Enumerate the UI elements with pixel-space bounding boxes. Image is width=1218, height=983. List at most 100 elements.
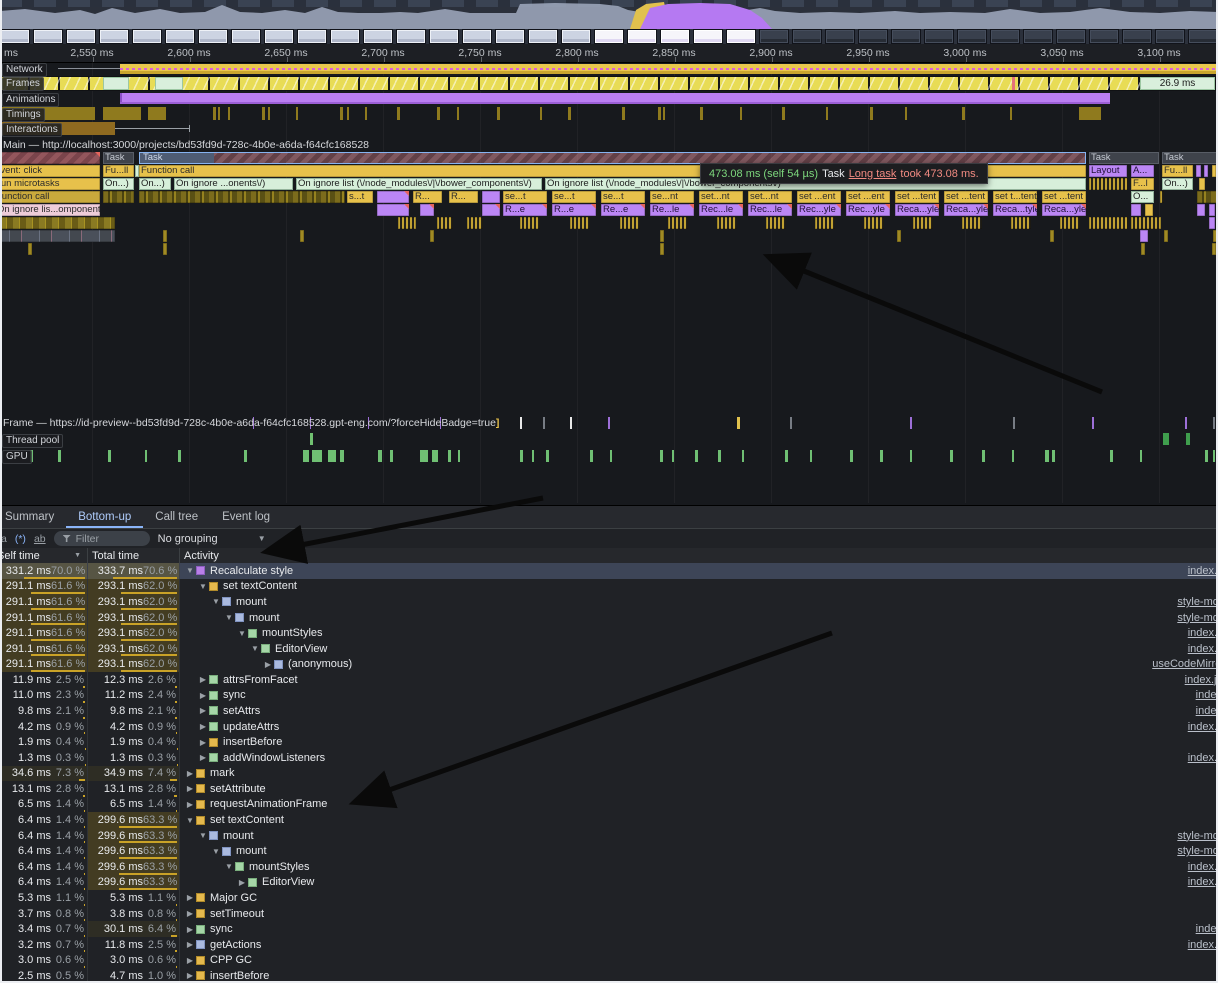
flame-bar[interactable] bbox=[1213, 230, 1217, 242]
flame-bar-re-le[interactable]: Re...le bbox=[650, 204, 694, 216]
flame-bar-on-[interactable]: On...) bbox=[1162, 178, 1193, 190]
flame-bar-s-t[interactable]: s...t bbox=[347, 191, 373, 203]
flame-bar-set-nt[interactable]: set...nt bbox=[699, 191, 743, 203]
flame-bar[interactable] bbox=[962, 217, 982, 229]
flame-bar[interactable] bbox=[0, 230, 115, 242]
flame-bar[interactable] bbox=[420, 204, 434, 216]
flame-bar-task[interactable]: Task bbox=[1162, 152, 1218, 164]
track-label-thread-pool[interactable]: Thread pool bbox=[2, 434, 63, 448]
flame-bar[interactable] bbox=[1160, 191, 1164, 203]
frame-track-label[interactable]: Frame — https://id-preview--bd53fd9d-728… bbox=[3, 417, 499, 429]
track-label-interactions[interactable]: Interactions bbox=[2, 123, 62, 137]
flame-bar-set-ent[interactable]: set ...ent bbox=[797, 191, 841, 203]
flame-bar[interactable] bbox=[1209, 217, 1215, 229]
flame-bar-fu-ll[interactable]: Fu...ll bbox=[103, 165, 134, 177]
flame-bar-rec-le[interactable]: Rec...le bbox=[699, 204, 743, 216]
flame-bar[interactable] bbox=[766, 217, 786, 229]
flame-bar[interactable] bbox=[377, 204, 409, 216]
flame-bar-rec-le[interactable]: Rec...le bbox=[748, 204, 792, 216]
flame-bar-reca-tyle[interactable]: Reca...tyle bbox=[993, 204, 1037, 216]
flame-bar[interactable] bbox=[482, 204, 500, 216]
flame-bar-re-e[interactable]: Re...e bbox=[601, 204, 645, 216]
flame-bar-r-[interactable]: R... bbox=[413, 191, 442, 203]
flame-bar-on-[interactable]: On...) bbox=[139, 178, 171, 190]
flame-bar[interactable] bbox=[570, 217, 590, 229]
flame-bar[interactable] bbox=[1050, 230, 1054, 242]
flame-bar-r-e[interactable]: R...e bbox=[552, 204, 596, 216]
track-label-timings[interactable]: Timings bbox=[2, 108, 45, 122]
flame-bar-on-ignore-list-node-modules-bower-components-[interactable]: On ignore list (\/node_modules\/|\/bower… bbox=[296, 178, 542, 190]
flame-bar[interactable] bbox=[1089, 178, 1128, 190]
flame-bar-set-tent[interactable]: set ...tent bbox=[1042, 191, 1086, 203]
flame-bar[interactable] bbox=[1060, 217, 1080, 229]
flame-bar[interactable] bbox=[668, 217, 688, 229]
flame-bar[interactable] bbox=[864, 217, 884, 229]
flame-bar[interactable] bbox=[1164, 230, 1168, 242]
flame-bar-r-e[interactable]: R...e bbox=[503, 204, 547, 216]
flame-bar-on-ignore-lis-omponents-[interactable]: On ignore lis...omponents\/) bbox=[0, 204, 100, 216]
flame-bar[interactable] bbox=[1209, 204, 1215, 216]
flame-bar[interactable] bbox=[437, 217, 453, 229]
flame-bar[interactable] bbox=[0, 217, 115, 229]
flame-bar-se-t[interactable]: se...t bbox=[552, 191, 596, 203]
flame-bar-a-[interactable]: A... bbox=[1131, 165, 1154, 177]
flame-bar[interactable] bbox=[103, 191, 134, 203]
flame-bar[interactable] bbox=[1131, 217, 1161, 229]
flame-bar-o-[interactable]: O... bbox=[1131, 191, 1154, 203]
flame-bar-function-call[interactable]: Function call bbox=[0, 191, 100, 203]
flame-bar[interactable] bbox=[430, 230, 434, 242]
flame-bar[interactable] bbox=[660, 230, 664, 242]
flame-bar-rec-yle[interactable]: Rec...yle bbox=[797, 204, 841, 216]
flame-bar-se-t[interactable]: se...t bbox=[601, 191, 645, 203]
flame-bar[interactable] bbox=[139, 191, 345, 203]
flame-bar-layout[interactable]: Layout bbox=[1089, 165, 1127, 177]
flame-bar[interactable] bbox=[1141, 243, 1145, 255]
flame-bar[interactable] bbox=[163, 230, 167, 242]
flame-bar[interactable] bbox=[482, 191, 500, 203]
flame-bar[interactable] bbox=[1212, 243, 1216, 255]
flame-bar-task[interactable]: Task bbox=[1089, 152, 1159, 164]
track-label-frames[interactable]: Frames bbox=[2, 77, 44, 91]
flame-bar[interactable] bbox=[1197, 191, 1217, 203]
flame-bar[interactable] bbox=[913, 217, 933, 229]
flame-bar-reca-yle[interactable]: Reca...yle bbox=[1042, 204, 1086, 216]
flame-bar-event-click[interactable]: Event: click bbox=[0, 165, 100, 177]
flame-bar[interactable] bbox=[620, 217, 640, 229]
flame-bar-fu-ll[interactable]: Fu...ll bbox=[1162, 165, 1193, 177]
flame-bar[interactable] bbox=[1140, 230, 1148, 242]
flame-bar-f-l[interactable]: F...l bbox=[1131, 178, 1154, 190]
flame-bar[interactable] bbox=[467, 217, 483, 229]
flame-bar[interactable] bbox=[1011, 217, 1031, 229]
flame-bar-se-nt[interactable]: se...nt bbox=[650, 191, 694, 203]
main-thread-label[interactable]: Main — http://localhost:3000/projects/bd… bbox=[3, 139, 369, 151]
track-label-gpu[interactable]: GPU bbox=[2, 450, 32, 464]
flame-bar[interactable] bbox=[1145, 204, 1153, 216]
flame-bar-on-[interactable]: On...) bbox=[103, 178, 134, 190]
flame-bar-r-[interactable]: R... bbox=[449, 191, 478, 203]
flame-bar-reca-yle[interactable]: Reca...yle bbox=[895, 204, 939, 216]
flame-bar[interactable] bbox=[1212, 165, 1216, 177]
flame-bar[interactable] bbox=[1196, 165, 1201, 177]
flame-bar[interactable] bbox=[1089, 217, 1128, 229]
flame-bar[interactable] bbox=[163, 243, 167, 255]
track-label-animations[interactable]: Animations bbox=[2, 93, 59, 107]
tooltip-long-task-link[interactable]: Long task bbox=[849, 168, 897, 180]
flame-bar[interactable] bbox=[897, 230, 901, 242]
flame-bar-run-microtasks[interactable]: Run microtasks bbox=[0, 178, 100, 190]
flame-bar[interactable] bbox=[1199, 178, 1205, 190]
flame-bar[interactable] bbox=[377, 191, 409, 203]
flame-bar[interactable] bbox=[1131, 204, 1141, 216]
flame-bar[interactable] bbox=[520, 217, 540, 229]
flame-bar[interactable] bbox=[717, 217, 737, 229]
flame-bar[interactable] bbox=[28, 243, 32, 255]
flame-bar[interactable] bbox=[660, 243, 664, 255]
flame-bar-on-ignore-onents-[interactable]: On ignore ...onents\/) bbox=[174, 178, 293, 190]
flame-bar-set-tent[interactable]: set ...tent bbox=[895, 191, 939, 203]
flame-bar[interactable] bbox=[1197, 204, 1205, 216]
flame-bar[interactable] bbox=[398, 217, 416, 229]
flame-bar-se-t[interactable]: se...t bbox=[503, 191, 547, 203]
track-label-network[interactable]: Network bbox=[2, 63, 47, 77]
flame-bar[interactable] bbox=[0, 152, 100, 164]
flame-bar[interactable] bbox=[1204, 165, 1208, 177]
flame-bar-set-ent[interactable]: set ...ent bbox=[846, 191, 890, 203]
